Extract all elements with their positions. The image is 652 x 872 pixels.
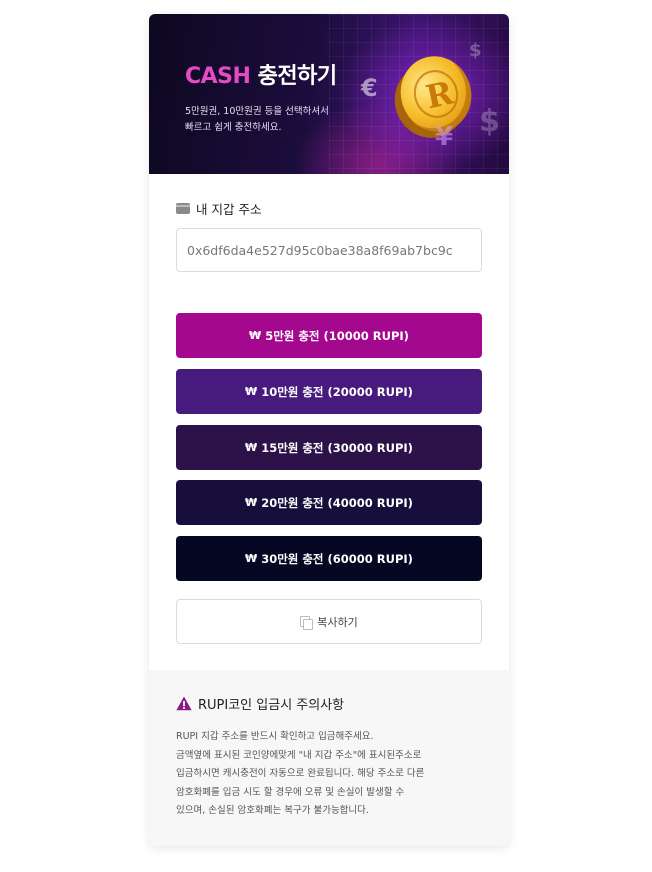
copy-address-button[interactable]: 복사하기 bbox=[176, 599, 482, 644]
notice-line: 있으며, 손실된 암호화폐는 복구가 불가능합니다. bbox=[176, 805, 369, 816]
won-icon: ₩ bbox=[249, 329, 262, 342]
won-icon: ₩ bbox=[245, 496, 258, 509]
charge-card: € $ R ¥ $ CASH 충전하기 5만원권, 10만원권 등을 선택하셔서… bbox=[149, 14, 509, 846]
notice-line: RUPI 지갑 주소를 반드시 확인하고 입금해주세요. bbox=[176, 731, 374, 742]
notice-line: 암호화폐를 입금 시도 할 경우에 오류 및 손실이 발생할 수 bbox=[176, 786, 405, 798]
notice-section: RUPI코인 입금시 주의사항 RUPI 지갑 주소를 반드시 확인하고 입금해… bbox=[149, 670, 509, 846]
notice-line: 입금하시면 캐시충전이 자동으로 완료됩니다. 해당 주소로 다른 bbox=[176, 768, 425, 779]
charge-button-label: 10만원 충전 (20000 RUPI) bbox=[261, 384, 413, 399]
wallet-address-input[interactable] bbox=[176, 228, 482, 272]
charge-button-label: 20만원 충전 (40000 RUPI) bbox=[261, 495, 413, 510]
notice-line: 금액옆에 표시된 코인양에맞게 "내 지갑 주소"에 표시된주소로 bbox=[176, 749, 422, 761]
notice-title-text: RUPI코인 입금시 주의사항 bbox=[198, 697, 345, 713]
banner-title-rest: 충전하기 bbox=[250, 64, 337, 89]
charge-button-label: 15만원 충전 (30000 RUPI) bbox=[261, 440, 413, 455]
banner-description: 5만원권, 10만원권 등을 선택하셔서 빠르고 쉽게 충전하세요. bbox=[185, 104, 385, 136]
wallet-address-label: 내 지갑 주소 bbox=[176, 200, 262, 217]
won-icon: ₩ bbox=[245, 441, 258, 454]
banner-title: CASH 충전하기 bbox=[185, 58, 337, 90]
banner-desc-line: 빠르고 쉽게 충전하세요. bbox=[185, 122, 282, 133]
banner-desc-line: 5만원권, 10만원권 등을 선택하셔서 bbox=[185, 106, 329, 117]
won-icon: ₩ bbox=[245, 385, 258, 398]
wallet-label-text: 내 지갑 주소 bbox=[196, 201, 262, 217]
wallet-icon bbox=[176, 202, 190, 214]
charge-button-label: 30만원 충전 (60000 RUPI) bbox=[261, 551, 413, 566]
copy-button-label: 복사하기 bbox=[317, 615, 358, 629]
cash-charge-banner: € $ R ¥ $ CASH 충전하기 5만원권, 10만원권 등을 선택하셔서… bbox=[149, 14, 509, 174]
charge-50000-button[interactable]: ₩ 5만원 충전 (10000 RUPI) bbox=[176, 313, 482, 358]
charge-150000-button[interactable]: ₩ 15만원 충전 (30000 RUPI) bbox=[176, 425, 482, 470]
euro-symbol-icon: € bbox=[361, 74, 378, 102]
warning-icon bbox=[176, 696, 192, 710]
charge-button-label: 5만원 충전 (10000 RUPI) bbox=[265, 328, 409, 343]
dollar-symbol-icon: $ bbox=[479, 104, 500, 139]
won-icon: ₩ bbox=[245, 552, 258, 565]
banner-title-accent: CASH bbox=[185, 64, 251, 89]
copy-icon bbox=[300, 615, 314, 630]
yen-symbol-icon: ¥ bbox=[435, 122, 454, 152]
charge-200000-button[interactable]: ₩ 20만원 충전 (40000 RUPI) bbox=[176, 480, 482, 525]
notice-body: RUPI 지갑 주소를 반드시 확인하고 입금해주세요. 금액옆에 표시된 코인… bbox=[176, 728, 486, 821]
notice-title: RUPI코인 입금시 주의사항 bbox=[176, 694, 345, 713]
charge-300000-button[interactable]: ₩ 30만원 충전 (60000 RUPI) bbox=[176, 536, 482, 581]
coin-icon: R bbox=[381, 47, 482, 148]
charge-100000-button[interactable]: ₩ 10만원 충전 (20000 RUPI) bbox=[176, 369, 482, 414]
